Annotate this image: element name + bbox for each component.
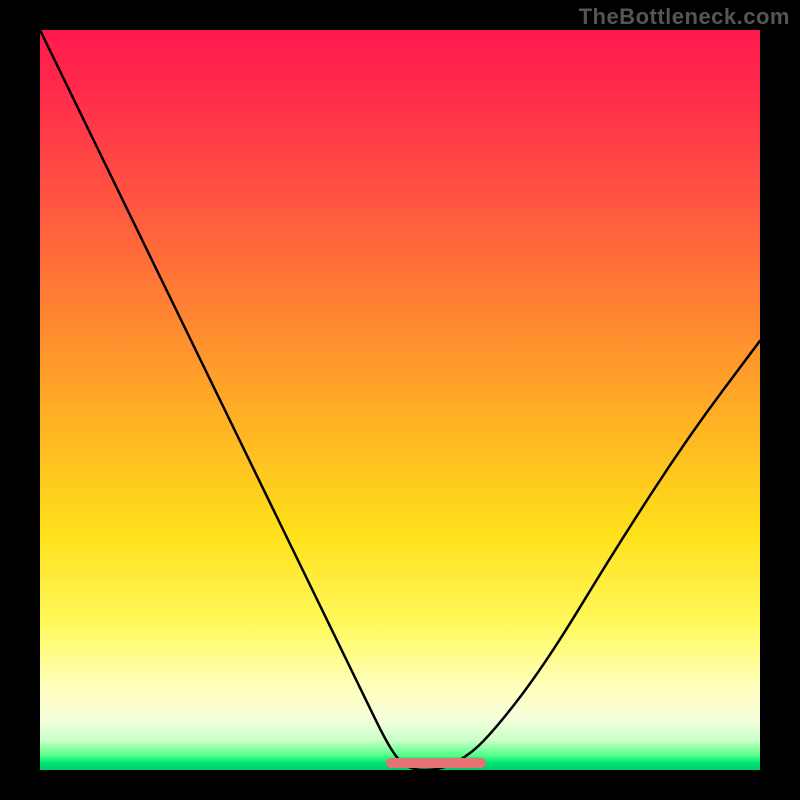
trough-marker — [386, 758, 487, 768]
plot-area — [40, 30, 760, 770]
curve-path — [40, 30, 760, 770]
bottleneck-curve — [40, 30, 760, 770]
watermark-text: TheBottleneck.com — [579, 4, 790, 30]
chart-frame: TheBottleneck.com — [0, 0, 800, 800]
